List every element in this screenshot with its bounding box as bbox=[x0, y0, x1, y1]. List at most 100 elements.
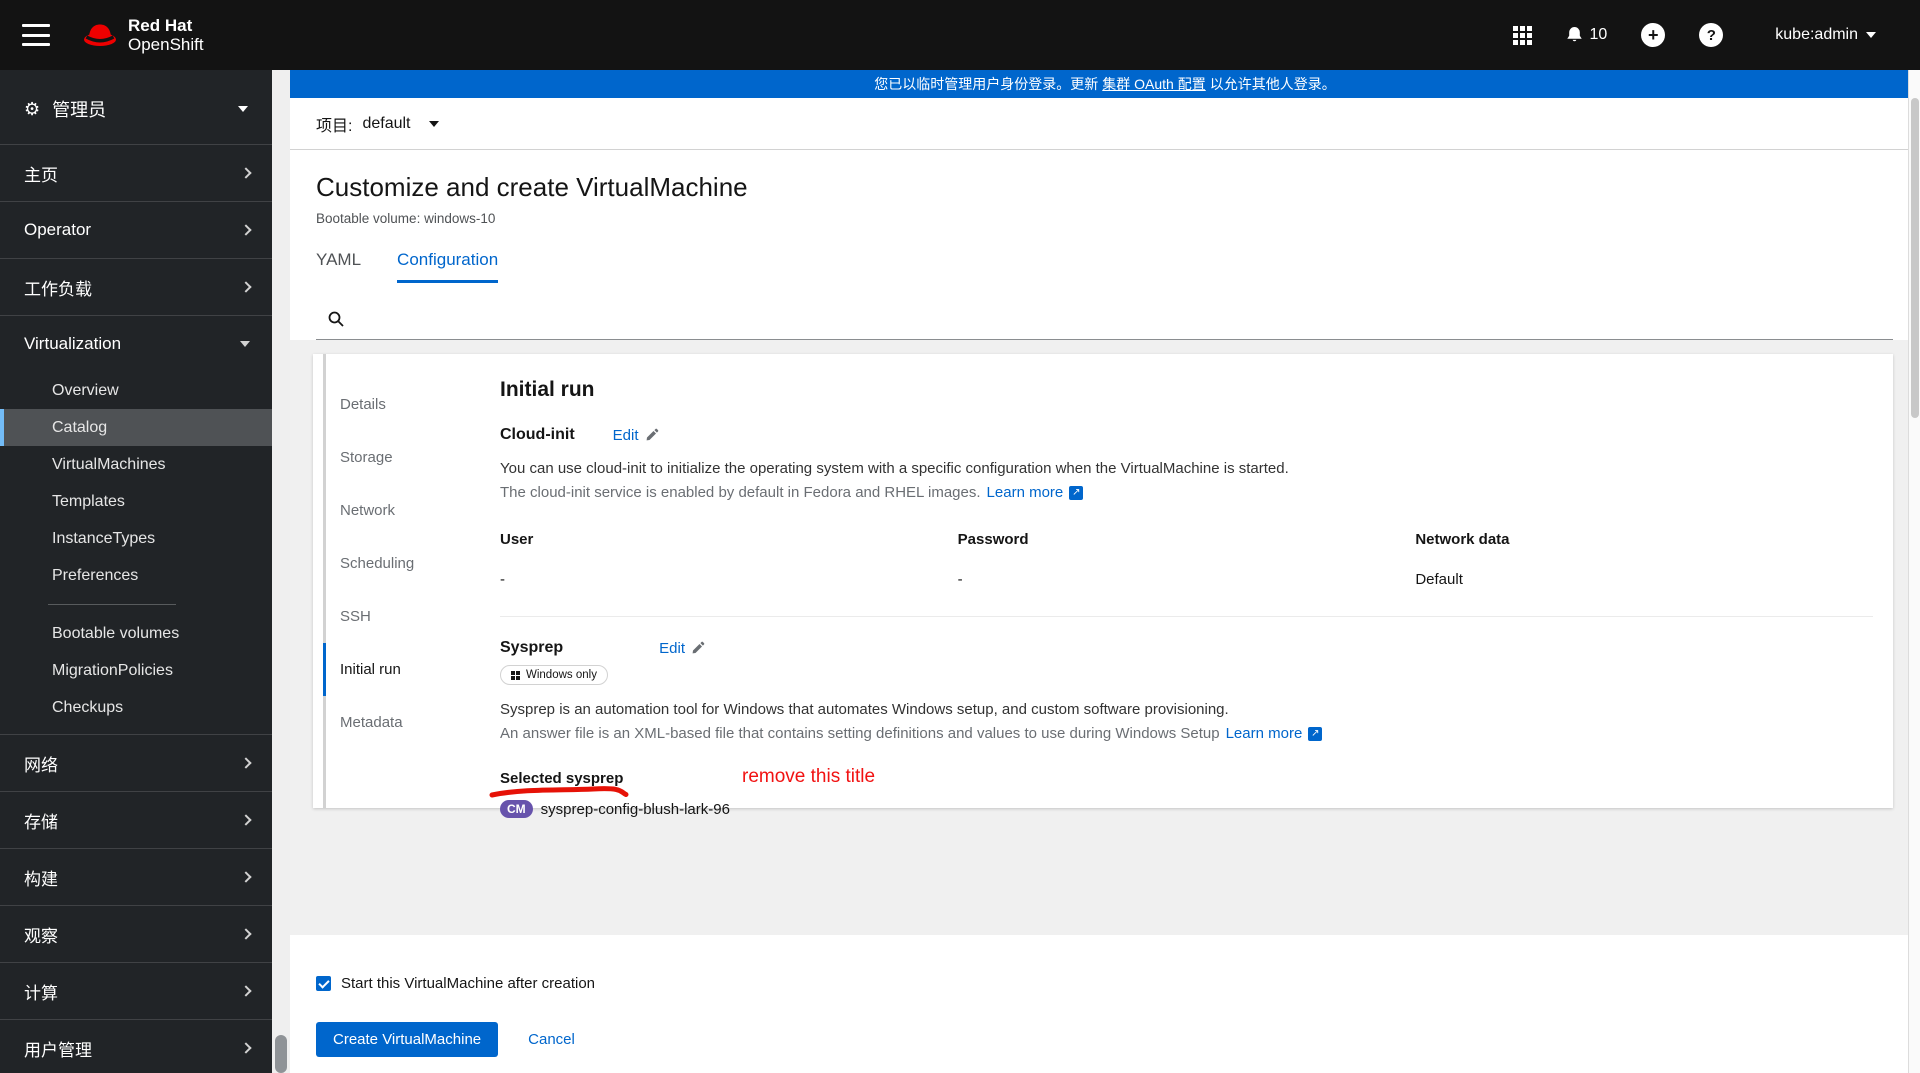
project-bar: 项目: default bbox=[290, 98, 1920, 150]
sidebar-item-compute[interactable]: 计算 bbox=[0, 963, 272, 1019]
cloud-init-learn-more-link[interactable]: Learn more bbox=[987, 484, 1064, 501]
jump-link-details[interactable]: Details bbox=[326, 378, 458, 431]
jump-link-initial-run[interactable]: Initial run bbox=[323, 643, 458, 696]
oauth-config-link[interactable]: 集群 OAuth 配置 bbox=[1102, 74, 1205, 94]
cloud-init-edit-button[interactable]: Edit bbox=[613, 427, 659, 444]
sysprep-title: Sysprep bbox=[500, 639, 564, 656]
windows-icon bbox=[511, 670, 520, 680]
openshift-console: Red Hat OpenShift 10 + ? kube:admin ⚙ 管理… bbox=[0, 0, 1920, 1073]
configmap-badge: CM bbox=[500, 800, 533, 818]
tab-yaml[interactable]: YAML bbox=[316, 250, 361, 283]
banner-text: 以允许其他人登录。 bbox=[1209, 76, 1336, 92]
create-virtualmachine-button[interactable]: Create VirtualMachine bbox=[316, 1022, 499, 1057]
cancel-button[interactable]: Cancel bbox=[528, 1031, 575, 1048]
brand-logo: Red Hat OpenShift bbox=[82, 16, 204, 54]
sysprep-edit-button[interactable]: Edit bbox=[659, 640, 705, 657]
sidebar-item-builds[interactable]: 构建 bbox=[0, 849, 272, 905]
brand-line2: OpenShift bbox=[128, 35, 204, 54]
chevron-right-icon bbox=[240, 281, 252, 293]
window-scrollbar-thumb[interactable] bbox=[1911, 98, 1919, 418]
project-label: 项目: bbox=[316, 117, 353, 135]
perspective-label: 管理员 bbox=[52, 100, 107, 120]
chevron-right-icon bbox=[240, 167, 252, 179]
chevron-right-icon bbox=[240, 814, 252, 826]
sidebar-item-observe[interactable]: 观察 bbox=[0, 906, 272, 962]
sysprep-config-name[interactable]: sysprep-config-blush-lark-96 bbox=[541, 801, 730, 818]
sidebar-item-templates[interactable]: Templates bbox=[0, 483, 272, 520]
sidebar-item-virtualization[interactable]: Virtualization bbox=[0, 316, 272, 372]
search-input[interactable] bbox=[354, 298, 1893, 339]
sidebar-item-home[interactable]: 主页 bbox=[0, 145, 272, 201]
chevron-right-icon bbox=[240, 871, 252, 883]
sidebar-item-preferences[interactable]: Preferences bbox=[0, 557, 272, 594]
masthead: Red Hat OpenShift 10 + ? kube:admin bbox=[0, 0, 1920, 70]
sidebar-nav: ⚙ 管理员 主页 Operator 工作负载 Virtualization Ov… bbox=[0, 70, 272, 1073]
jump-link-storage[interactable]: Storage bbox=[326, 431, 458, 484]
sidebar-scrollbar[interactable] bbox=[272, 70, 290, 1073]
chevron-down-icon bbox=[238, 106, 248, 112]
cloud-init-title: Cloud-init bbox=[500, 426, 575, 443]
window-scrollbar[interactable] bbox=[1908, 70, 1920, 1073]
chevron-right-icon bbox=[240, 757, 252, 769]
jump-link-scheduling[interactable]: Scheduling bbox=[326, 537, 458, 590]
sysprep-desc2: An answer file is an XML-based file that… bbox=[500, 725, 1220, 742]
cloud-init-desc1: You can use cloud-init to initialize the… bbox=[500, 460, 1289, 477]
password-value: - bbox=[957, 571, 963, 588]
sidebar-item-user-management[interactable]: 用户管理 bbox=[0, 1020, 272, 1073]
sidebar-item-bootable-volumes[interactable]: Bootable volumes bbox=[0, 615, 272, 652]
question-icon: ? bbox=[1706, 26, 1716, 44]
chevron-right-icon bbox=[240, 928, 252, 940]
app-launcher-icon[interactable] bbox=[1513, 25, 1533, 45]
sidebar-scrollbar-thumb[interactable] bbox=[275, 1035, 287, 1073]
chevron-down-icon bbox=[240, 341, 250, 347]
jump-link-network[interactable]: Network bbox=[326, 484, 458, 537]
virtualization-subnav: Overview Catalog VirtualMachines Templat… bbox=[0, 372, 272, 734]
project-value: default bbox=[362, 114, 411, 132]
sidebar-item-label: 工作负载 bbox=[24, 279, 92, 299]
tab-configuration[interactable]: Configuration bbox=[397, 250, 499, 283]
sidebar-item-catalog[interactable]: Catalog bbox=[0, 409, 272, 446]
external-link-icon[interactable]: ↗ bbox=[1069, 485, 1084, 500]
start-after-creation-checkbox[interactable] bbox=[316, 976, 331, 991]
sidebar-item-operator[interactable]: Operator bbox=[0, 202, 272, 258]
sidebar-item-networking[interactable]: 网络 bbox=[0, 735, 272, 791]
jump-link-metadata[interactable]: Metadata bbox=[326, 696, 458, 749]
brand-line1: Red Hat bbox=[128, 15, 193, 35]
main-content: 您已以临时管理用户身份登录。更新 集群 OAuth 配置 以允许其他人登录。 项目:… bbox=[290, 70, 1920, 1073]
cloud-init-desc2: The cloud-init service is enabled by def… bbox=[500, 484, 981, 501]
notifications-button[interactable]: 10 bbox=[1566, 26, 1607, 44]
sidebar-item-workloads[interactable]: 工作负载 bbox=[0, 259, 272, 315]
search-bar bbox=[316, 298, 1893, 340]
sidebar-item-instancetypes[interactable]: InstanceTypes bbox=[0, 520, 272, 557]
sidebar-item-overview[interactable]: Overview bbox=[0, 372, 272, 409]
sysprep-desc1: Sysprep is an automation tool for Window… bbox=[500, 701, 1229, 718]
annotation-text: remove this title bbox=[742, 766, 876, 787]
initial-run-section: Initial run Cloud-init Edit You can use … bbox=[458, 354, 1893, 818]
pencil-icon bbox=[692, 641, 705, 654]
sidebar-item-checkups[interactable]: Checkups bbox=[0, 689, 272, 726]
gears-icon: ⚙ bbox=[24, 98, 41, 119]
password-label: Password bbox=[957, 531, 1029, 548]
jump-link-ssh[interactable]: SSH bbox=[326, 590, 458, 643]
notification-count: 10 bbox=[1589, 26, 1608, 43]
perspective-switcher[interactable]: ⚙ 管理员 bbox=[0, 70, 272, 144]
windows-only-pill: Windows only bbox=[500, 665, 608, 685]
help-button[interactable]: ? bbox=[1699, 23, 1724, 47]
banner-text: 您已以临时管理用户身份登录。更新 bbox=[874, 76, 1099, 92]
user-menu[interactable]: kube:admin bbox=[1775, 26, 1876, 44]
bell-icon bbox=[1567, 27, 1583, 42]
sidebar-item-storage[interactable]: 存储 bbox=[0, 792, 272, 848]
sidebar-item-virtualmachines[interactable]: VirtualMachines bbox=[0, 446, 272, 483]
login-notice-banner: 您已以临时管理用户身份登录。更新 集群 OAuth 配置 以允许其他人登录。 bbox=[290, 70, 1920, 98]
project-selector[interactable]: 项目: default bbox=[316, 112, 439, 136]
sidebar-item-label: 主页 bbox=[24, 165, 58, 185]
network-data-label: Network data bbox=[1415, 531, 1510, 548]
network-data-value: Default bbox=[1415, 571, 1463, 588]
external-link-icon[interactable]: ↗ bbox=[1308, 726, 1323, 741]
sysprep-learn-more-link[interactable]: Learn more bbox=[1226, 725, 1303, 742]
sidebar-item-migrationpolicies[interactable]: MigrationPolicies bbox=[0, 652, 272, 689]
chevron-down-icon bbox=[428, 120, 439, 127]
nav-toggle-icon[interactable] bbox=[22, 24, 50, 46]
add-button[interactable]: + bbox=[1641, 23, 1666, 47]
tab-content-background: Details Storage Network Scheduling SSH I… bbox=[290, 340, 1920, 935]
